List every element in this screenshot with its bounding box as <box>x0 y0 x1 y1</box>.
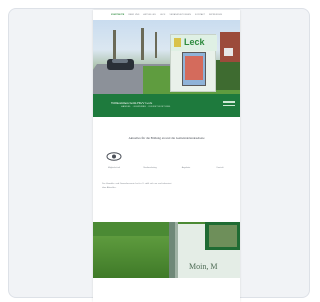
crest-icon <box>174 38 181 47</box>
sign-panel-image <box>209 225 237 247</box>
feature-label: Angebote <box>181 167 191 169</box>
nav-item-home[interactable]: STARTSEITE <box>111 14 124 16</box>
tree <box>155 32 157 58</box>
feature-label: Stadtmarketing <box>143 167 157 169</box>
hero-image: Leck <box>93 20 240 94</box>
banner-title: Willkommen beim HGV Leck <box>111 101 153 105</box>
town-sign: Leck <box>170 34 217 92</box>
menu-icon[interactable] <box>223 101 235 109</box>
tree <box>113 30 116 60</box>
intro-paragraph: Der Handels- und Gewerbeverein Leck e.V.… <box>102 183 172 189</box>
tree <box>141 28 144 60</box>
intro-heading: Aktuelles für die Bildung an und die Gem… <box>128 136 205 140</box>
hedge <box>215 60 240 90</box>
poster <box>182 52 206 86</box>
nav-item-contact[interactable]: KONTAKT <box>195 14 205 16</box>
nav-item-events[interactable]: VERANSTALTUNGEN <box>169 14 191 16</box>
feature-label: Kontakt <box>216 167 224 169</box>
house-window <box>224 48 233 56</box>
nav-item-leck[interactable]: LECK <box>160 14 166 16</box>
feature-item[interactable]: Angebote <box>171 152 201 176</box>
feature-item[interactable]: Stadtmarketing <box>135 152 165 176</box>
sign-text: Leck <box>184 37 205 47</box>
house <box>220 32 240 62</box>
top-navigation: STARTSEITE ÜBER UNS AKTUELLES LECK VERAN… <box>93 10 240 20</box>
car-window <box>112 59 128 63</box>
feature-row: Mitgliedschaft Stadtmarketing Angebote K… <box>99 152 236 176</box>
website-preview[interactable]: STARTSEITE ÜBER UNS AKTUELLES LECK VERAN… <box>93 10 240 302</box>
feature-item[interactable]: Kontakt <box>205 152 235 176</box>
nav-item-about[interactable]: ÜBER UNS <box>128 14 139 16</box>
secondary-image: Moin, M <box>93 222 240 278</box>
poster-image <box>185 56 203 80</box>
banner-subtitle: HANDEL · GEWERBE · DIENSTLEISTUNG <box>121 106 171 108</box>
sign-edge <box>175 222 178 278</box>
eye-icon <box>106 152 122 161</box>
welcome-banner: Willkommen beim HGV Leck HANDEL · GEWERB… <box>93 94 240 117</box>
sign-greeting: Moin, M <box>189 262 218 271</box>
feature-label: Mitgliedschaft <box>107 167 121 169</box>
grass <box>93 236 173 278</box>
nav-item-imprint[interactable]: IMPRESSUM <box>209 14 222 16</box>
nav-item-news[interactable]: AKTUELLES <box>143 14 155 16</box>
feature-item[interactable]: Mitgliedschaft <box>99 152 129 176</box>
